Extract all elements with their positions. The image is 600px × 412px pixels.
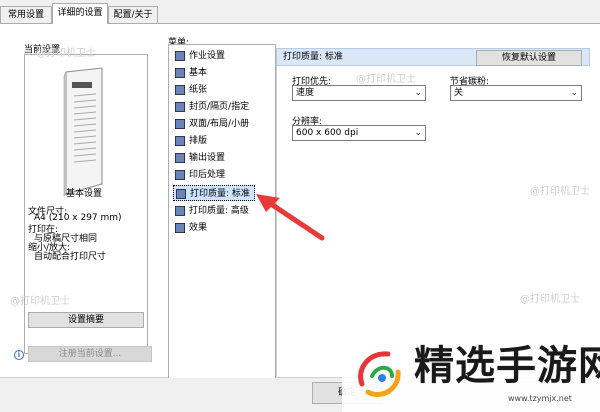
brand-watermark: 精选手游网 www.tzymjx.net — [342, 338, 600, 412]
toner-save-select[interactable]: 关 ⌄ — [450, 85, 582, 101]
print-quality-icon — [176, 189, 186, 199]
settings-summary-button[interactable]: 设置摘要 — [28, 312, 144, 328]
menu-item-print-quality-standard[interactable]: 打印质量: 标准 — [173, 185, 255, 201]
menu-item-layout[interactable]: 排版 — [173, 133, 207, 149]
print-quality-advanced-icon — [175, 206, 185, 216]
brand-url: www.tzymjx.net — [508, 394, 572, 403]
tab-config-about[interactable]: 配置/关于 — [108, 6, 158, 24]
basic-settings-title: 基本设置 — [66, 189, 103, 199]
menu-item-finishing[interactable]: 印后处理 — [173, 167, 225, 183]
menu-item-basic[interactable]: 基本 — [173, 65, 207, 81]
tab-detailed-settings[interactable]: 详细的设置 — [52, 3, 108, 24]
finishing-icon — [175, 170, 185, 180]
basic-icon — [175, 68, 185, 78]
restore-defaults-button[interactable]: 恢复默认设置 — [476, 50, 582, 66]
menu-item-job-settings[interactable]: 作业设置 — [173, 48, 225, 64]
job-settings-icon — [175, 51, 185, 61]
info-icon: i — [14, 350, 24, 360]
tab-bar: 常用设置 详细的设置 配置/关于 — [0, 0, 600, 24]
chevron-down-icon: ⌄ — [414, 88, 422, 98]
brand-name: 精选手游网 — [414, 343, 600, 389]
layout-icon — [175, 136, 185, 146]
menu-item-paper[interactable]: 纸张 — [173, 82, 207, 98]
menu-item-duplex-layout[interactable]: 双面/布局/小册 — [173, 116, 249, 132]
print-priority-select[interactable]: 速度 ⌄ — [292, 85, 426, 101]
resolution-select[interactable]: 600 x 600 dpi ⌄ — [292, 125, 426, 141]
summary-line: 自动配合打印尺寸 — [34, 252, 107, 262]
document-preview-icon — [63, 67, 103, 197]
menu-item-effects[interactable]: 效果 — [173, 220, 207, 236]
menu-item-cover[interactable]: 封页/隔页/指定 — [173, 99, 249, 115]
cover-icon — [175, 102, 185, 112]
menu-item-output-settings[interactable]: 输出设置 — [173, 150, 225, 166]
chevron-down-icon: ⌄ — [414, 128, 422, 138]
output-icon — [175, 153, 185, 163]
tab-common-settings[interactable]: 常用设置 — [0, 6, 52, 24]
paper-icon — [175, 85, 185, 95]
annotation-arrow-icon — [256, 194, 325, 241]
menu-item-print-quality-advanced[interactable]: 打印质量: 高级 — [173, 203, 249, 219]
register-current-settings-button[interactable]: 注册当前设置... — [28, 346, 152, 362]
effects-icon — [175, 223, 185, 233]
brand-logo-icon — [358, 351, 401, 397]
duplex-icon — [175, 119, 185, 129]
chevron-down-icon: ⌄ — [570, 88, 578, 98]
